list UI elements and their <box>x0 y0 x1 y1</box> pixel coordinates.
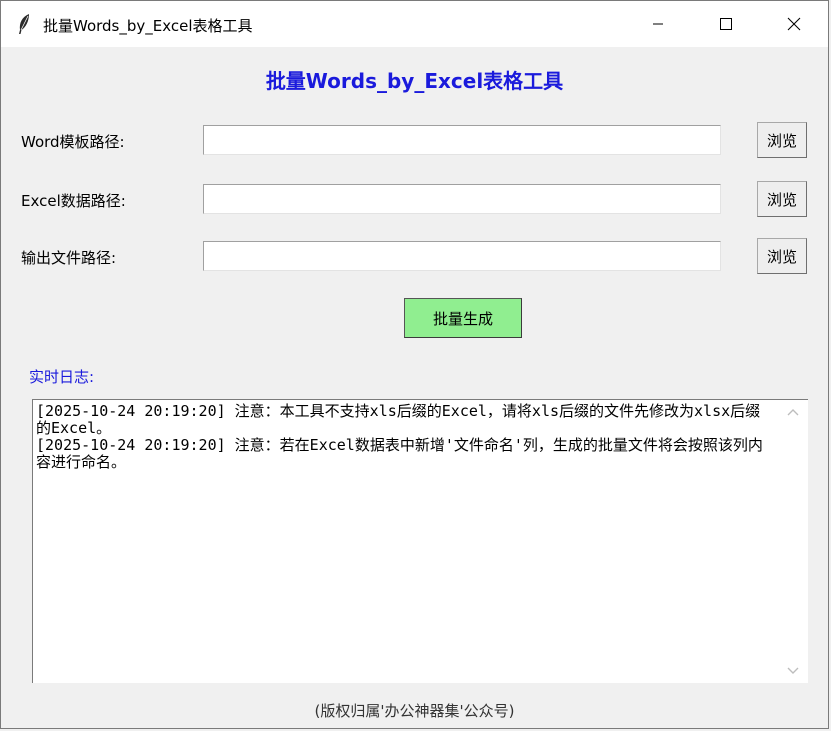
word-template-input[interactable] <box>203 125 721 155</box>
log-line: [2025-10-24 20:19:20] 注意：若在Excel数据表中新增'文… <box>36 436 763 471</box>
log-label: 实时日志: <box>29 368 95 386</box>
window-title: 批量Words_by_Excel表格工具 <box>43 17 253 35</box>
excel-data-label: Excel数据路径: <box>21 192 126 210</box>
app-window: 批量Words_by_Excel表格工具 批量Words_by_Excel表格工… <box>0 0 829 729</box>
feather-icon <box>19 14 29 34</box>
word-template-label: Word模板路径: <box>21 133 125 151</box>
title-bar[interactable]: 批量Words_by_Excel表格工具 <box>1 1 828 47</box>
maximize-button[interactable] <box>692 1 760 47</box>
maximize-icon <box>720 18 732 30</box>
minimize-icon <box>653 23 663 25</box>
batch-generate-button[interactable]: 批量生成 <box>404 298 522 338</box>
word-template-browse-button[interactable]: 浏览 <box>757 122 807 158</box>
close-icon <box>787 17 801 31</box>
minimize-button[interactable] <box>624 1 692 47</box>
output-path-label: 输出文件路径: <box>21 249 117 267</box>
close-button[interactable] <box>760 1 828 47</box>
log-line: [2025-10-24 20:19:20] 注意：本工具不支持xls后缀的Exc… <box>36 402 761 437</box>
output-path-input[interactable] <box>203 241 721 271</box>
log-content: [2025-10-24 20:19:20] 注意：本工具不支持xls后缀的Exc… <box>36 403 774 471</box>
chevron-down-icon[interactable] <box>787 667 799 675</box>
output-path-browse-button[interactable]: 浏览 <box>757 238 807 274</box>
log-textbox[interactable]: [2025-10-24 20:19:20] 注意：本工具不支持xls后缀的Exc… <box>32 399 808 683</box>
excel-data-input[interactable] <box>203 184 721 214</box>
excel-data-browse-button[interactable]: 浏览 <box>757 181 807 217</box>
log-scrollbar[interactable] <box>778 400 808 683</box>
app-heading: 批量Words_by_Excel表格工具 <box>265 69 564 93</box>
copyright-footer: (版权归属'办公神器集'公众号) <box>314 702 515 720</box>
chevron-up-icon[interactable] <box>787 408 799 416</box>
